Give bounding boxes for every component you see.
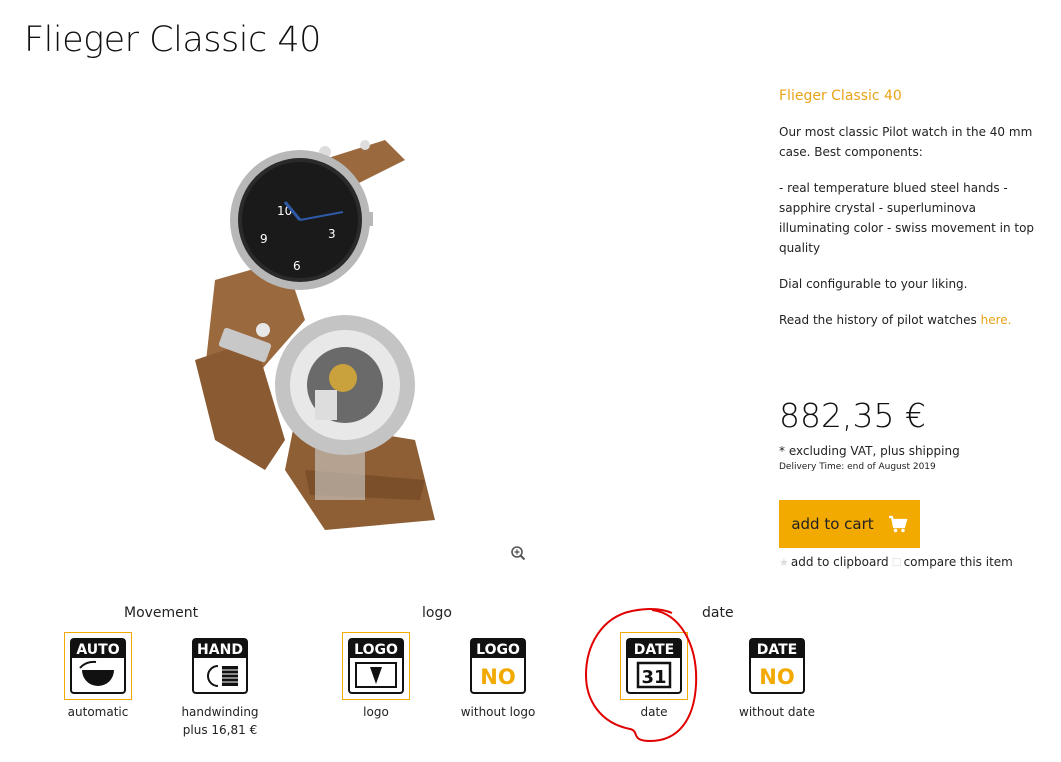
date-icon-sub: 31 — [641, 667, 666, 688]
clipboard-link[interactable]: ★ add to clipboard — [779, 555, 889, 569]
history-note: Read the history of pilot watches here. — [779, 310, 1041, 330]
logo-group-label: logo — [422, 605, 452, 621]
option-frame: HAND — [186, 632, 254, 700]
add-to-cart-label: add to cart — [791, 515, 874, 533]
no-logo-icon-text: LOGO — [476, 642, 520, 658]
option-without-date[interactable]: DATE NO without date — [717, 632, 837, 721]
svg-text:3: 3 — [328, 227, 336, 241]
automatic-label: automatic — [67, 705, 129, 719]
zoom-in-icon[interactable] — [510, 545, 526, 561]
product-components: - real temperature blued steel hands - s… — [779, 181, 1035, 255]
option-frame-selected: LOGO — [342, 632, 410, 700]
product-info: Flieger Classic 40 Our most classic Pilo… — [779, 88, 1041, 346]
handwinding-icon-text: HAND — [197, 642, 243, 658]
compare-label: compare this item — [903, 555, 1013, 569]
handwinding-label: handwinding — [181, 705, 259, 719]
automatic-movement-icon: AUTO — [70, 638, 126, 694]
cart-icon — [888, 515, 908, 533]
option-without-logo[interactable]: LOGO NO without logo — [438, 632, 558, 721]
option-date[interactable]: DATE 31 date — [594, 632, 714, 721]
svg-text:9: 9 — [260, 232, 268, 246]
no-logo-icon: LOGO NO — [470, 638, 526, 694]
dial-note: Dial configurable to your liking. — [779, 277, 968, 291]
date-icon: DATE 31 — [626, 638, 682, 694]
product-name: Flieger Classic 40 — [779, 88, 902, 104]
price: 882,35 € — [779, 396, 926, 435]
option-frame: LOGO NO — [464, 632, 532, 700]
no-date-icon-text: DATE — [757, 642, 797, 658]
logo-label: logo — [363, 705, 389, 719]
product-image[interactable]: 10 3 6 9 — [175, 140, 475, 540]
without-date-label: without date — [739, 705, 815, 719]
delivery-time: Delivery Time: end of August 2019 — [779, 462, 936, 472]
star-icon: ★ — [779, 555, 789, 569]
without-logo-label: without logo — [460, 705, 536, 719]
page-title: Flieger Classic 40 — [24, 20, 321, 60]
handwinding-surcharge: plus 16,81 € — [182, 723, 258, 737]
option-frame: DATE NO — [743, 632, 811, 700]
svg-text:6: 6 — [293, 259, 301, 273]
history-link[interactable]: here. — [981, 313, 1012, 327]
logo-icon-text: LOGO — [354, 642, 398, 658]
no-date-icon: DATE NO — [749, 638, 805, 694]
option-automatic[interactable]: AUTO automatic — [38, 632, 158, 721]
date-label: date — [640, 705, 668, 719]
add-to-cart-button[interactable]: add to cart — [779, 500, 920, 548]
date-group-label: date — [702, 605, 734, 621]
date-icon-text: DATE — [634, 642, 674, 658]
item-actions: ★ add to clipboard ☐ compare this item — [779, 555, 1013, 569]
automatic-icon-text: AUTO — [76, 642, 119, 658]
compare-icon: ☐ — [891, 555, 902, 569]
option-frame-selected: AUTO — [64, 632, 132, 700]
history-text: Read the history of pilot watches — [779, 313, 981, 327]
no-logo-icon-sub: NO — [480, 665, 515, 689]
product-description: Our most classic Pilot watch in the 40 m… — [779, 125, 1033, 159]
option-logo[interactable]: LOGO logo — [316, 632, 436, 721]
no-date-icon-sub: NO — [759, 665, 794, 689]
option-handwinding[interactable]: HAND handwinding plus 16,81 € — [160, 632, 280, 739]
compare-link[interactable]: ☐ compare this item — [892, 555, 1013, 569]
option-frame-selected: DATE 31 — [620, 632, 688, 700]
movement-group-label: Movement — [124, 605, 199, 621]
handwinding-movement-icon: HAND — [192, 638, 248, 694]
logo-icon: LOGO — [348, 638, 404, 694]
vat-note: * excluding VAT, plus shipping — [779, 444, 960, 458]
clipboard-label: add to clipboard — [790, 555, 889, 569]
